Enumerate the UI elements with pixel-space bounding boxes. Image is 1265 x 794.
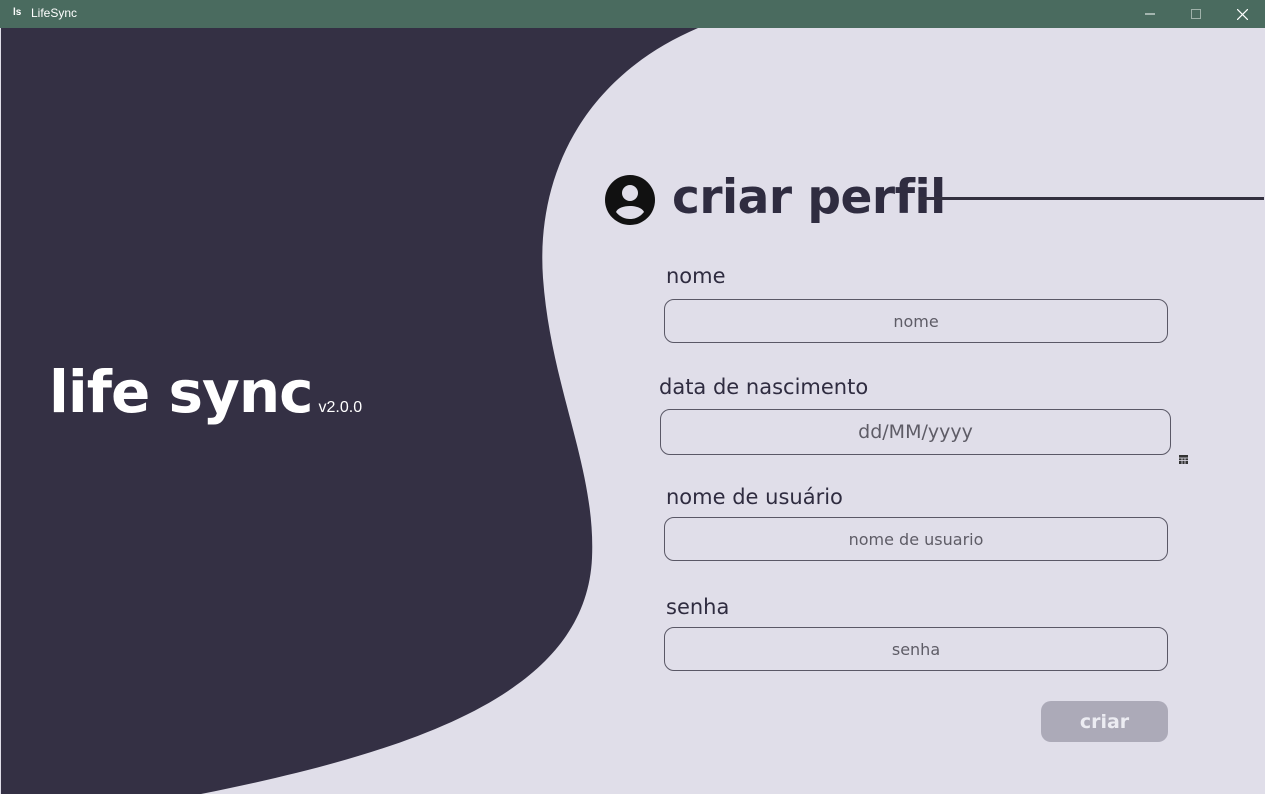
name-label: nome: [666, 264, 726, 288]
page-title: criar perfil: [672, 170, 946, 225]
birthdate-input[interactable]: [660, 409, 1171, 455]
create-button[interactable]: criar: [1041, 701, 1168, 742]
name-input[interactable]: [664, 299, 1168, 343]
password-label: senha: [666, 595, 730, 619]
maximize-icon: [1191, 9, 1201, 19]
brand-name: life sync: [49, 358, 314, 426]
calendar-icon[interactable]: [1178, 454, 1189, 465]
header: criar perfil: [604, 170, 1264, 228]
password-input[interactable]: [664, 627, 1168, 671]
close-button[interactable]: [1219, 0, 1265, 28]
window-title: LifeSync: [31, 6, 78, 20]
app-icon: ls: [13, 7, 22, 18]
main-content: life syncv2.0.0 criar perfil nome data d…: [1, 28, 1264, 794]
birthdate-label: data de nascimento: [659, 375, 869, 399]
close-icon: [1236, 8, 1248, 20]
brand-version: v2.0.0: [318, 399, 363, 416]
minimize-button[interactable]: [1127, 0, 1173, 28]
minimize-icon: [1145, 13, 1155, 15]
user-circle-icon: [605, 175, 655, 225]
username-label: nome de usuário: [666, 485, 843, 509]
username-input[interactable]: [664, 517, 1168, 561]
maximize-button[interactable]: [1173, 0, 1219, 28]
title-bar: ls LifeSync: [0, 0, 1265, 28]
header-divider: [919, 197, 1264, 200]
brand: life sync v2.0.0: [49, 358, 362, 426]
